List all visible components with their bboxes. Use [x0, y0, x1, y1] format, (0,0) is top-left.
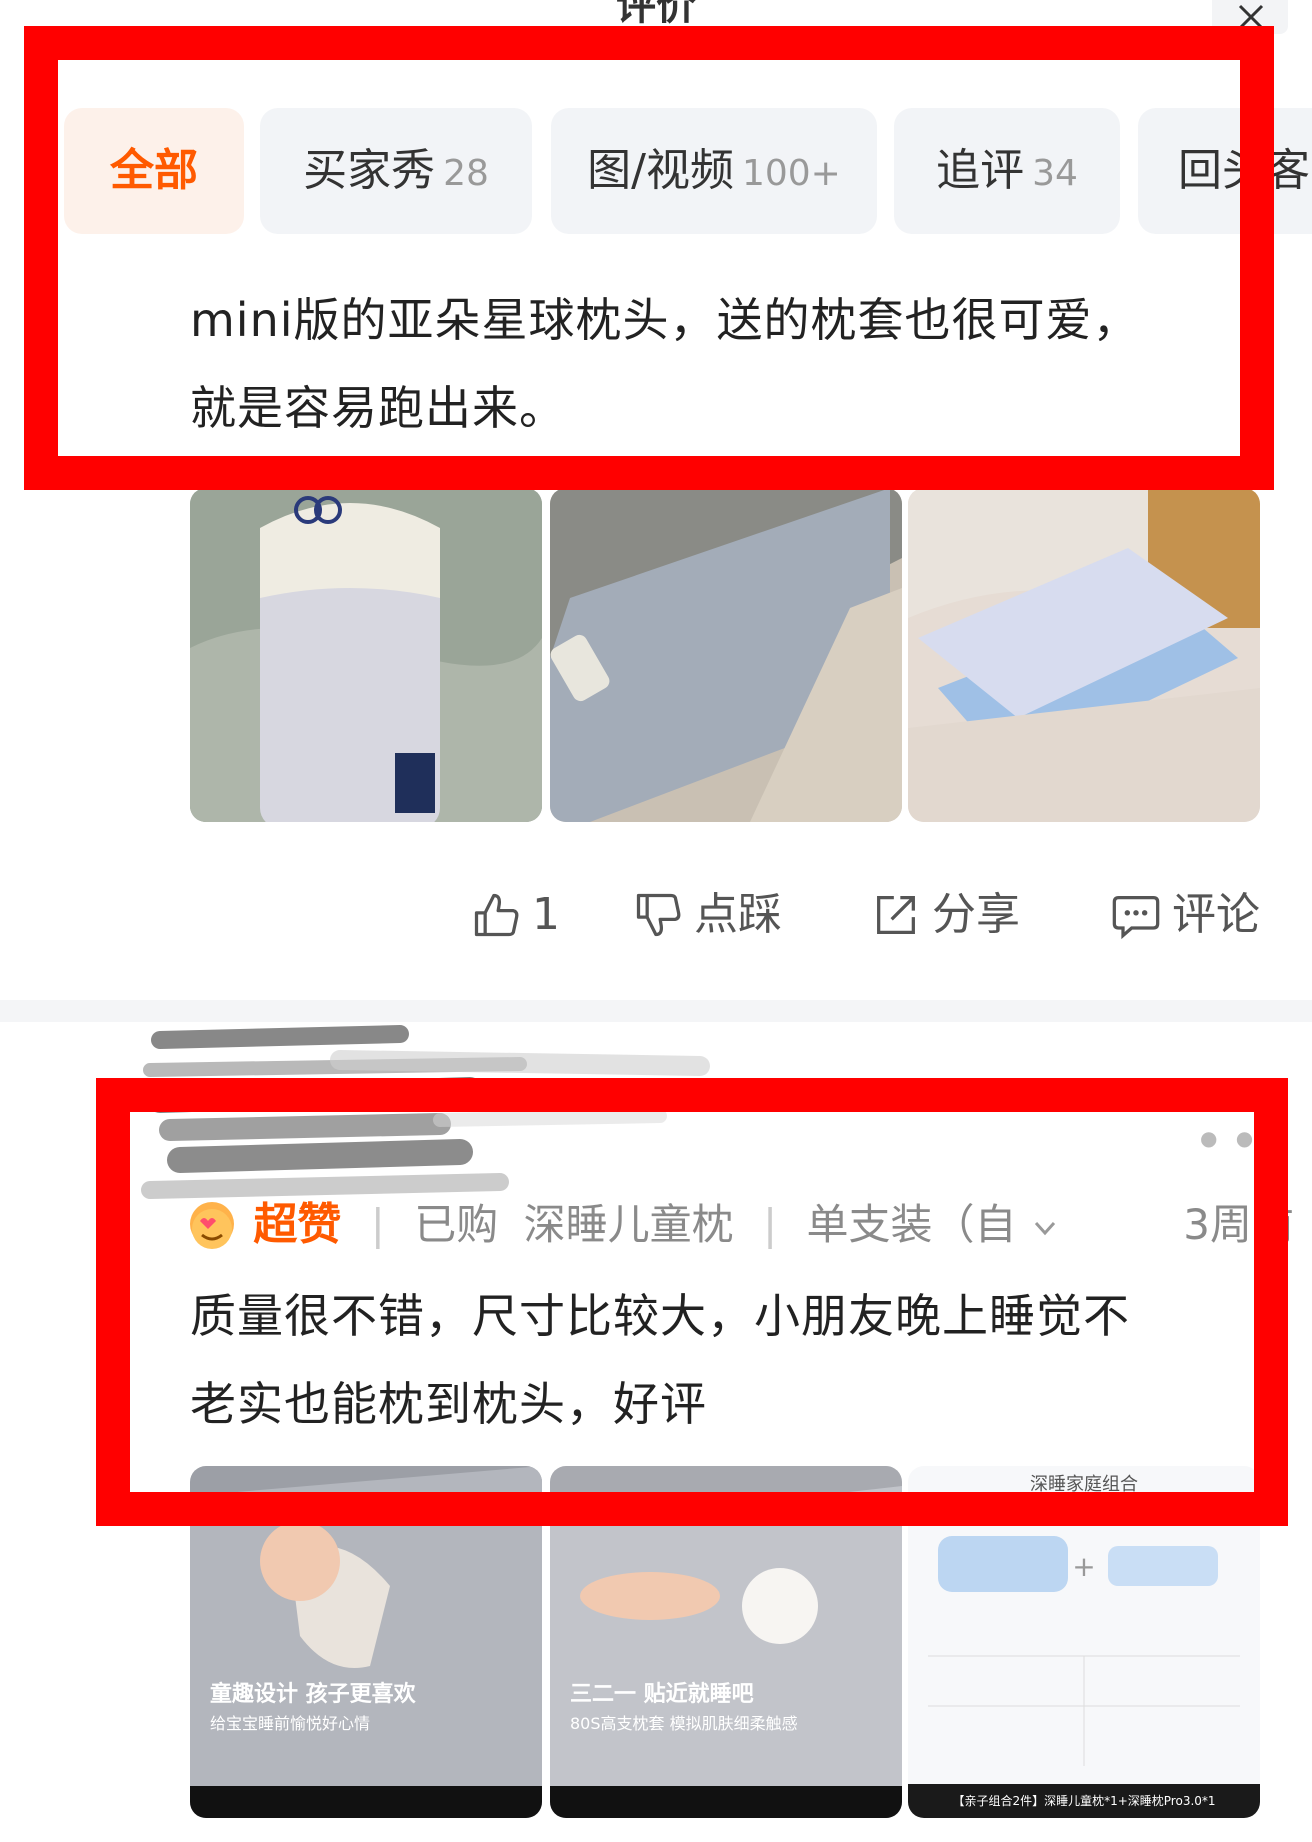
- review-text: mini版的亚朵星球枕头，送的枕套也很可爱， 就是容易跑出来。: [190, 293, 1140, 435]
- chevron-down-icon: [1034, 1221, 1055, 1235]
- review-photo-3[interactable]: [908, 488, 1260, 822]
- share-icon: [877, 896, 915, 934]
- section-divider: [0, 1000, 1312, 1022]
- share-button[interactable]: 分享: [870, 880, 1020, 950]
- review-photo-5[interactable]: 三二一 贴近就睡吧 80S高支枕套 模拟肌肤细柔触感: [550, 1466, 902, 1818]
- review-meta: 超赞 | 已购 深睡儿童枕 | 单支装（自 3周前: [190, 1190, 1312, 1260]
- review-photo-2[interactable]: [550, 488, 902, 822]
- super-like-icon: [190, 1201, 234, 1249]
- review-photo-6[interactable]: 深睡家庭组合 + 【亲子组合2件】深睡儿童枕*1+深睡枕Pro3.0*1: [908, 1466, 1260, 1818]
- review-actions: 1 点踩 分享 评论: [470, 880, 1270, 950]
- thumbs-up-icon: [474, 893, 519, 937]
- thumbs-down-icon: [636, 893, 681, 937]
- tab-repeat-customer[interactable]: 回头客: [1138, 108, 1312, 234]
- purchase-label: 已购: [414, 1200, 499, 1249]
- review-photo-4[interactable]: 童趣设计 孩子更喜欢 给宝宝睡前愉悦好心情: [190, 1466, 542, 1818]
- close-button[interactable]: [1212, 0, 1288, 34]
- tab-follow-up[interactable]: 追评 34: [894, 108, 1120, 234]
- filter-tabs: 全部 买家秀 28 图/视频 100+ 追评 34 回头客: [64, 108, 1312, 234]
- like-button[interactable]: 1: [470, 880, 560, 950]
- product-name: 深睡儿童枕: [523, 1200, 734, 1249]
- review-time: 3周前: [1183, 1200, 1294, 1249]
- svg-text:+: +: [1072, 1550, 1095, 1583]
- comment-button[interactable]: 评论: [1110, 880, 1260, 950]
- review-text: 质量很不错，尺寸比较大，小朋友晚上睡觉不 老实也能枕到枕头，好评: [190, 1289, 1130, 1431]
- close-icon: [1238, 4, 1264, 30]
- page-title: 评价: [616, 0, 696, 26]
- tab-photo-video[interactable]: 图/视频 100+: [551, 108, 877, 234]
- dislike-button[interactable]: 点踩: [632, 880, 782, 950]
- rating-badge: 超赞: [253, 1199, 342, 1250]
- review-photo-1[interactable]: [190, 488, 542, 822]
- variant-selector[interactable]: 单支装（自: [807, 1200, 1060, 1249]
- tab-buyer-show[interactable]: 买家秀 28: [260, 108, 532, 234]
- more-options-icon[interactable]: ● ● ●: [1200, 1126, 1295, 1150]
- tab-all[interactable]: 全部: [64, 108, 244, 234]
- comment-icon: [1112, 896, 1160, 940]
